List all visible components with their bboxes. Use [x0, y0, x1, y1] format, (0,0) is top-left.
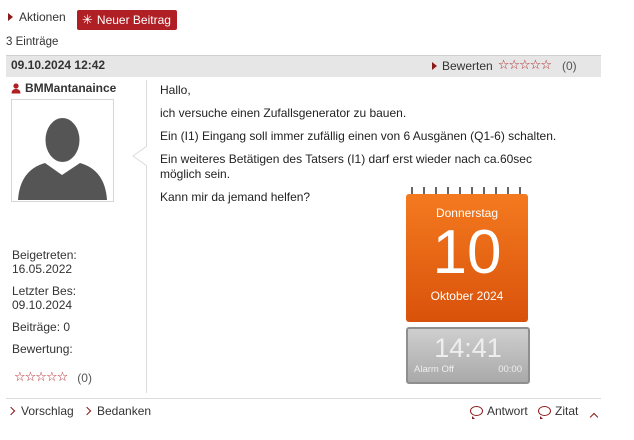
rating-stars-icon[interactable]: ☆☆☆☆☆ [498, 58, 552, 73]
body-line: Hallo, [160, 83, 191, 97]
speech-pointer [132, 146, 148, 166]
posts-count: Beiträge: 0 [12, 320, 71, 334]
clock-alarm-status: Alarm Off [414, 364, 454, 375]
thanks-link[interactable]: Bedanken [82, 404, 152, 418]
thanks-label: Bedanken [97, 404, 152, 418]
author-name[interactable]: BMMantanaince [25, 81, 116, 95]
calendar-weekday: Donnerstag [435, 206, 499, 220]
quote-link[interactable]: Zitat [538, 404, 579, 419]
author-stats: Beigetreten: 16.05.2022 Letzter Bes: 09.… [12, 248, 77, 356]
clock-widget: 14:41 Alarm Off 00:00 [406, 327, 530, 384]
rate-control[interactable]: Bewerten ☆☆☆☆☆ (0) [432, 58, 577, 73]
post-date: 09.10.2024 12:42 [11, 58, 106, 72]
scroll-top-button[interactable] [589, 409, 599, 423]
clock-time: 14:41 [434, 333, 502, 363]
suggest-label: Vorschlag [21, 404, 74, 418]
rate-label: Bewerten [442, 58, 493, 73]
joined-label: Beigetreten: [12, 248, 77, 262]
actions-label: Aktionen [19, 10, 66, 24]
body-line: Ein weiteres Betätigen des Tatsers (I1) … [160, 152, 532, 166]
new-post-button[interactable]: ✳ Neuer Beitrag [77, 10, 177, 30]
rating-label: Bewertung: [12, 342, 73, 356]
body-line: möglich sein. [160, 167, 231, 181]
post-divider [146, 80, 147, 393]
user-icon [11, 82, 21, 93]
body-line: Ein (I1) Eingang soll immer zufällig ein… [160, 129, 557, 143]
footer-divider [6, 398, 601, 399]
avatar-silhouette-icon [18, 118, 107, 200]
reply-icon [470, 406, 483, 419]
caret-right-icon [432, 61, 437, 70]
quote-icon [538, 406, 551, 419]
quote-label: Zitat [555, 404, 579, 418]
chevron-right-icon [82, 406, 92, 416]
chevron-up-icon [589, 412, 599, 422]
calendar-widget: Donnerstag 10 Oktober 2024 [406, 186, 528, 322]
calendar-day: 10 [432, 218, 502, 287]
entry-count: 3 Einträge [6, 36, 59, 48]
reply-link[interactable]: Antwort [470, 404, 528, 419]
author-rating-stars-icon: ☆☆☆☆☆ [14, 370, 68, 385]
suggest-link[interactable]: Vorschlag [6, 404, 74, 418]
author-line: BMMantanaince [11, 81, 116, 95]
author-rating: ☆☆☆☆☆ (0) [14, 370, 92, 385]
body-line: ich versuche einen Zufallsgenerator zu b… [160, 106, 407, 120]
asterisk-icon: ✳ [82, 12, 93, 27]
last-visit-label: Letzter Bes: [12, 284, 77, 298]
caret-right-icon [8, 13, 13, 21]
reply-label: Antwort [487, 404, 528, 418]
avatar [11, 99, 114, 202]
last-visit-date: 09.10.2024 [12, 298, 73, 312]
calendar-month-year: Oktober 2024 [430, 289, 504, 303]
actions-menu[interactable]: Aktionen [8, 10, 66, 24]
rate-count: (0) [561, 58, 577, 73]
calendar-page: Donnerstag 10 Oktober 2024 [406, 194, 528, 322]
chevron-right-icon [6, 406, 16, 416]
clock-alarm-time: 00:00 [498, 364, 522, 375]
author-rating-count: (0) [77, 370, 92, 385]
joined-date: 16.05.2022 [12, 262, 73, 276]
new-post-label: Neuer Beitrag [96, 13, 171, 27]
